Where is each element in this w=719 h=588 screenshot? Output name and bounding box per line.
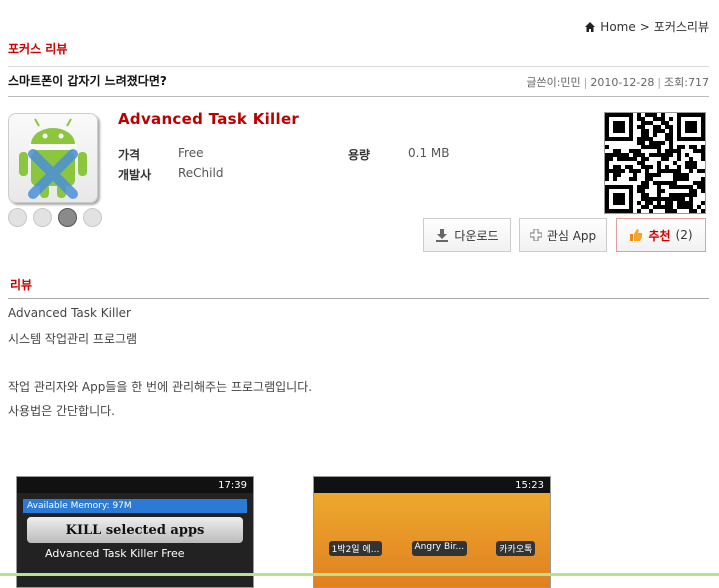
divider	[8, 66, 709, 67]
review-line: 시스템 작업관리 프로그램	[8, 332, 138, 346]
status-bar: 17:39	[17, 477, 253, 493]
home-icon[interactable]	[584, 21, 596, 33]
price-label-text: 가격	[118, 148, 141, 162]
android-icon	[58, 208, 77, 227]
post-views: 조회:717	[664, 76, 709, 89]
platform-icons	[8, 208, 102, 227]
blackberry-icon	[33, 208, 52, 227]
app-name[interactable]: Advanced Task Killer	[118, 110, 299, 128]
divider	[8, 298, 709, 299]
post-title: 스마트폰이 갑자기 느려졌다면?	[8, 74, 167, 88]
thumbs-up-icon	[630, 229, 643, 241]
price-value: Free	[178, 146, 204, 160]
qr-code	[604, 112, 706, 214]
status-time: 15:23	[515, 479, 544, 491]
apple-icon	[8, 208, 27, 227]
download-button[interactable]: 다운로드	[423, 218, 511, 252]
app-screenshot[interactable]: 15:23 1박2일 에... Angry Bir... 카카오톡	[313, 476, 551, 588]
windows-icon	[83, 208, 102, 227]
breadcrumb: Home > 포커스리뷰	[584, 18, 709, 35]
app-row: Advanced Task Killer Free	[45, 547, 185, 560]
download-icon	[436, 229, 449, 242]
kill-button: KILL selected apps	[27, 517, 243, 543]
download-label: 다운로드	[454, 228, 499, 243]
android-robot-icon	[19, 118, 87, 199]
home-app-label: 카카오톡	[496, 541, 536, 556]
price-label: 가격	[118, 146, 140, 163]
review-line: 사용법은 간단합니다.	[8, 404, 115, 418]
interest-label: 관심 App	[546, 228, 597, 243]
breadcrumb-home-link[interactable]: Home	[600, 20, 635, 34]
breadcrumb-separator: >	[639, 19, 650, 34]
home-app-label: 1박2일 에...	[328, 541, 383, 556]
qr-code-image	[605, 113, 705, 213]
interest-app-button[interactable]: 관심 App	[519, 218, 607, 252]
developer-label: 개발사	[118, 168, 152, 182]
recommend-button[interactable]: 추천 (2)	[616, 218, 706, 252]
divider	[8, 96, 709, 97]
post-date: 2010-12-28	[590, 76, 655, 89]
app-screenshot[interactable]: 17:39 Available Memory: 97M KILL selecte…	[16, 476, 254, 588]
memory-label: Available Memory: 97M	[23, 499, 247, 513]
home-app-label: Angry Bir...	[411, 541, 468, 556]
post-meta: 글쓴이:민민 | 2010-12-28 | 조회:717	[526, 76, 709, 89]
status-bar: 15:23	[314, 477, 550, 493]
plus-icon	[529, 229, 542, 241]
developer-value: ReChild	[178, 166, 224, 180]
app-icon	[8, 113, 98, 203]
post-author: 글쓴이:민민	[526, 76, 581, 89]
recommend-count: (2)	[675, 228, 693, 242]
status-time: 17:39	[218, 479, 247, 491]
section-title: 포커스 리뷰	[8, 42, 68, 56]
breadcrumb-current[interactable]: 포커스리뷰	[654, 18, 709, 35]
review-header: 리뷰	[10, 278, 33, 292]
recommend-label: 추천	[648, 228, 671, 243]
size-label: 용량	[348, 148, 371, 162]
review-line: Advanced Task Killer	[8, 306, 131, 320]
size-value: 0.1 MB	[408, 146, 450, 160]
review-line: 작업 관리자와 App들을 한 번에 관리해주는 프로그램입니다.	[8, 380, 313, 394]
